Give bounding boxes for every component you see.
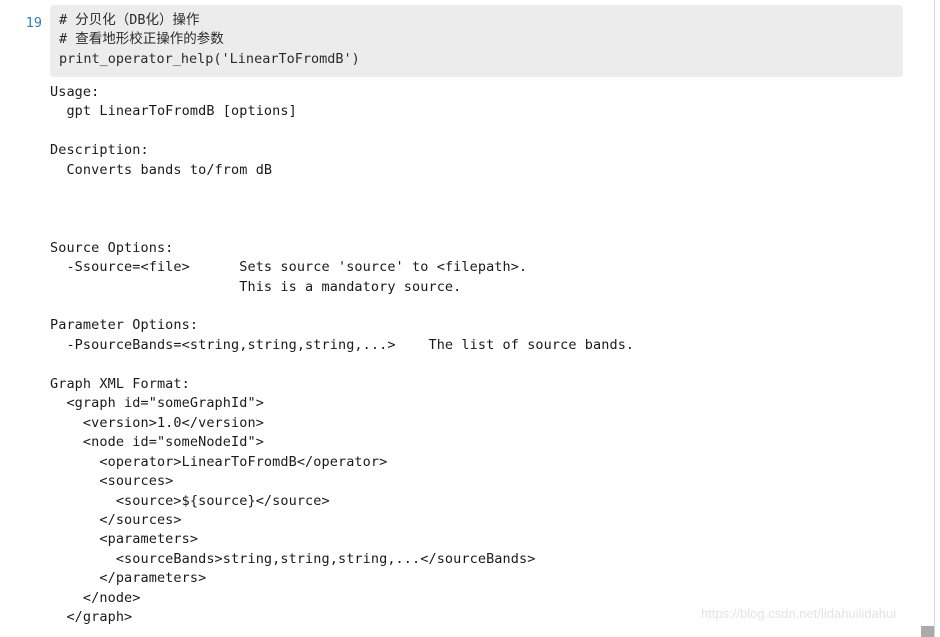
code-input-text[interactable]: # 分贝化（DB化）操作 # 查看地形校正操作的参数 print_operato… xyxy=(59,11,360,69)
scrollbar-corner[interactable] xyxy=(921,626,934,637)
notebook-cell-container: 19 # 分贝化（DB化）操作 # 查看地形校正操作的参数 print_oper… xyxy=(0,0,934,637)
vertical-scrollbar-track[interactable] xyxy=(934,0,940,637)
watermark-text: https://blog.csdn.net/lidahuilidahui xyxy=(701,606,897,621)
cell-output-area: Usage: gpt LinearToFromdB [options] Desc… xyxy=(50,83,930,628)
code-input-area[interactable]: # 分贝化（DB化）操作 # 查看地形校正操作的参数 print_operato… xyxy=(50,5,903,77)
operator-help-output-text: Usage: gpt LinearToFromdB [options] Desc… xyxy=(50,84,635,626)
cell-execution-count-prompt: 19 xyxy=(25,15,42,31)
